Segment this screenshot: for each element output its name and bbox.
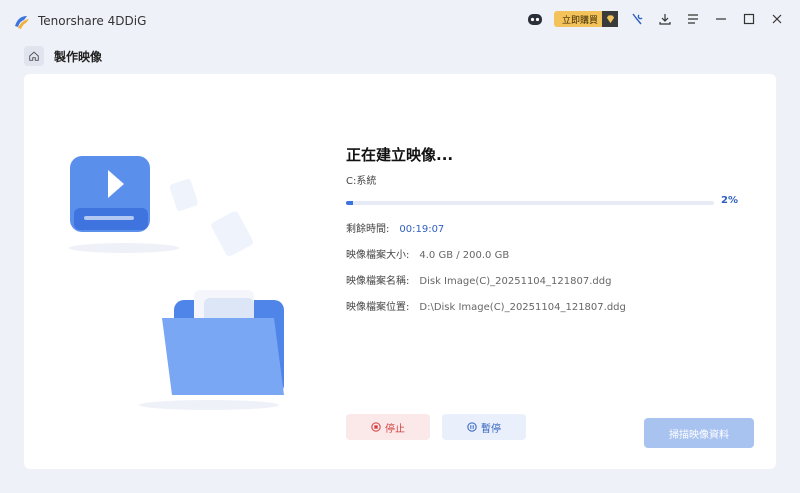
menu-icon[interactable] (684, 10, 702, 28)
progress-bar (346, 201, 714, 205)
buy-now-button[interactable]: 立即購買 (553, 11, 618, 27)
image-name-row: 映像檔案名稱: Disk Image(C)_20251104_121807.ddg (346, 272, 611, 287)
image-name-label: 映像檔案名稱: (346, 276, 410, 287)
image-name-value: Disk Image(C)_20251104_121807.ddg (419, 276, 612, 287)
image-size-label: 映像檔案大小: (346, 250, 410, 261)
close-icon[interactable] (768, 10, 786, 28)
breadcrumb: 製作映像 (24, 46, 102, 66)
minimize-icon[interactable] (712, 10, 730, 28)
title-bar: Tenorshare 4DDiG 立即購買 (0, 0, 800, 42)
image-location-label: 映像檔案位置: (346, 302, 410, 313)
maximize-icon[interactable] (740, 10, 758, 28)
buy-now-label: 立即購買 (561, 15, 598, 26)
scan-image-button[interactable]: 掃描映像資料 (644, 418, 754, 448)
pause-icon (467, 422, 477, 432)
robot-icon[interactable] (526, 10, 544, 28)
status-heading: 正在建立映像... (346, 146, 454, 164)
home-icon (29, 51, 39, 61)
progress-percent: 2% (721, 195, 738, 206)
page-title: 製作映像 (54, 49, 103, 64)
app-title: Tenorshare 4DDiG (38, 14, 147, 28)
download-icon[interactable] (656, 10, 674, 28)
image-size-row: 映像檔案大小: 4.0 GB / 200.0 GB (346, 246, 509, 261)
main-panel: 正在建立映像... C:系統 2% 剩餘時間: 00:19:07 映像檔案大小: 4… (24, 74, 776, 469)
pause-label: 暫停 (481, 423, 501, 435)
remaining-time-row: 剩餘時間: 00:19:07 (346, 220, 444, 235)
home-button[interactable] (24, 46, 44, 66)
remaining-time-value: 00:19:07 (399, 224, 445, 235)
source-drive: C:系統 (346, 176, 377, 187)
pause-button[interactable]: 暫停 (442, 414, 526, 440)
disk-to-folder-illustration (69, 156, 284, 410)
app-logo-icon (12, 12, 32, 32)
stop-icon (371, 422, 381, 432)
wrench-icon[interactable] (628, 10, 646, 28)
stop-button[interactable]: 停止 (346, 414, 430, 440)
image-location-row: 映像檔案位置: D:\Disk Image(C)_20251104_121807.… (346, 298, 626, 313)
image-size-value: 4.0 GB / 200.0 GB (419, 250, 510, 261)
diamond-icon (602, 11, 618, 27)
remaining-time-label: 剩餘時間: (346, 224, 390, 235)
progress-fill (346, 201, 354, 205)
image-location-value: D:\Disk Image(C)_20251104_121807.ddg (419, 302, 626, 313)
stop-label: 停止 (385, 423, 405, 435)
